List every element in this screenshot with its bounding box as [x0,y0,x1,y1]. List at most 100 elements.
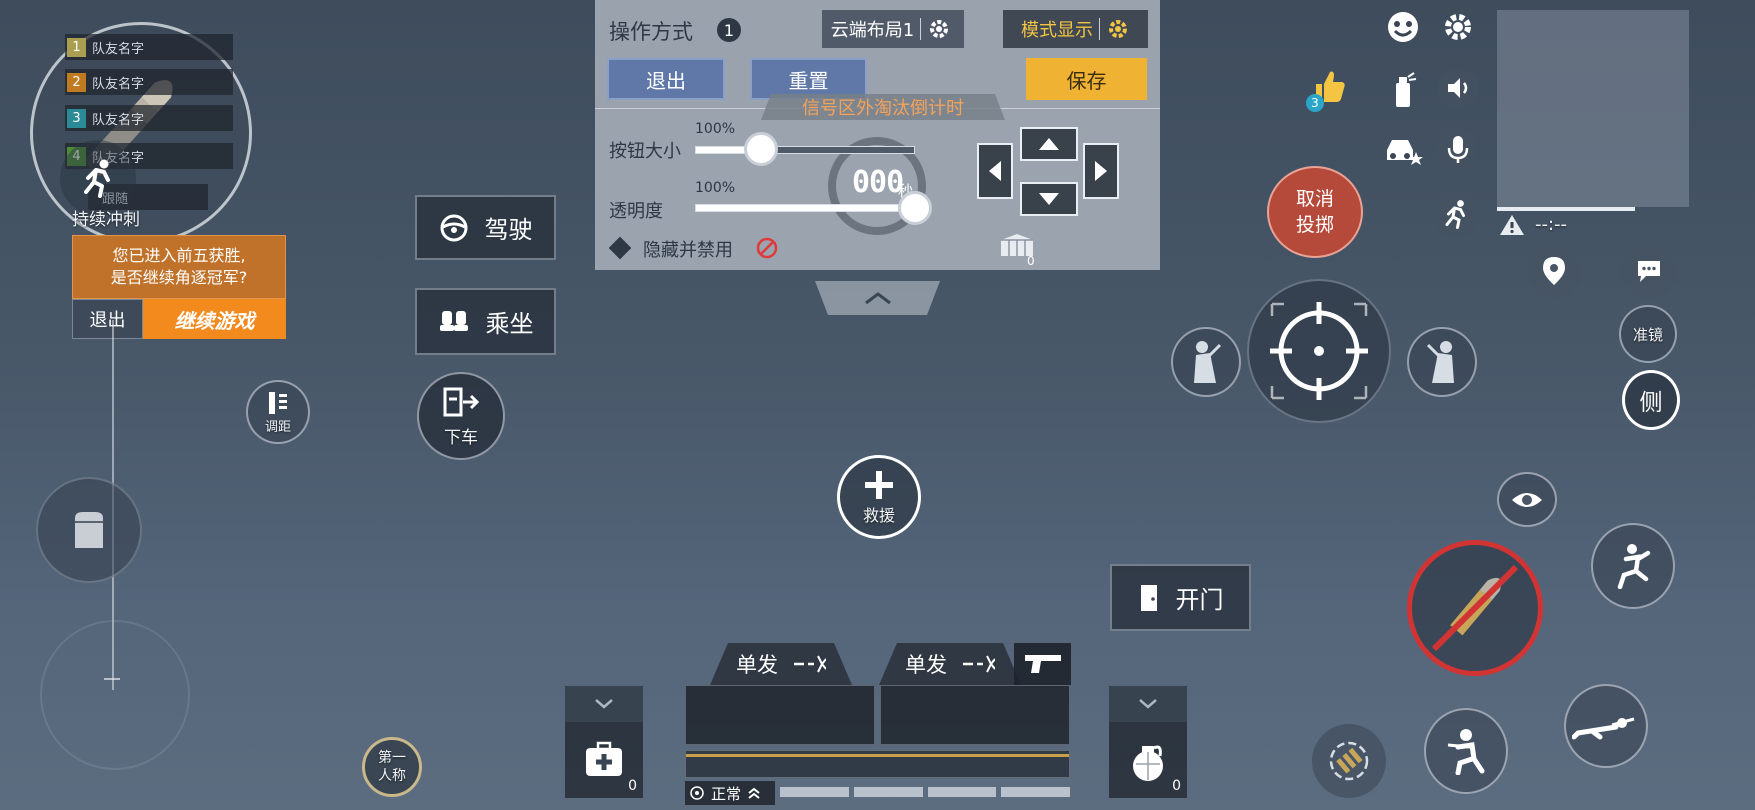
speaker-icon [1448,78,1468,98]
hide-disable-label[interactable]: 隐藏并禁用 [643,236,733,262]
soldier-lean-left-icon [1194,341,1222,383]
panel-save-button[interactable]: 保存 [1026,58,1147,100]
exit-vehicle-button[interactable]: 下车 [417,372,505,460]
prohibited-icon[interactable] [755,236,779,260]
grenade-icon [1133,745,1163,781]
like-button[interactable]: 3 [1306,66,1354,112]
adjust-distance-button[interactable]: 调距 [246,380,310,444]
dpad-down-button[interactable] [1020,182,1078,216]
weapon-1-fire-mode[interactable]: 单发 [710,643,852,685]
panel-collapse-tab[interactable] [815,281,940,315]
crate-button[interactable]: 0 [997,230,1047,270]
crate-count: 0 [1027,254,1035,268]
crosshair-icon [1270,302,1368,400]
arrow-left-icon [989,161,1001,181]
first-person-label: 第一人称 [378,750,406,784]
pistol-slot[interactable] [1014,643,1071,685]
movement-joystick[interactable] [40,620,190,770]
grenade-expand[interactable] [1109,686,1187,722]
open-door-button[interactable]: 开门 [1110,564,1251,631]
prompt-message: 您已进入前五获胜, 是否继续角逐冠军? [72,235,286,299]
fire-crosshair-button[interactable] [1247,279,1391,423]
panel-reset-button[interactable]: 重置 [750,58,867,100]
cloud-layout-button[interactable]: 云端布局1 [822,10,964,48]
teammate-name: 队友名字 [92,41,145,57]
scope-label: 准镜 [1632,325,1663,344]
dpad-left-button[interactable] [977,143,1013,199]
rescue-button[interactable]: 救援 [837,455,921,539]
ammo-bar [685,750,1070,778]
dpad-right-button[interactable] [1083,143,1119,199]
emote-button[interactable] [1382,6,1424,48]
panel-exit-button[interactable]: 退出 [607,58,725,100]
countdown-label: 信号区外淘汰倒计时 [761,94,1005,120]
spray-button[interactable] [1380,67,1426,113]
speaker-button[interactable] [1437,67,1479,109]
sprint-toggle-button[interactable] [1432,190,1480,238]
countdown-value: 000 [852,165,904,200]
map-marker-button[interactable] [1527,244,1581,298]
free-look-button[interactable] [1497,472,1557,527]
layout-number-badge: 1 [717,18,741,42]
prone-button[interactable] [1564,684,1648,768]
button-size-slider[interactable] [695,146,915,154]
cancel-throw-button[interactable]: 取消投掷 [1267,166,1363,258]
teammate-num: 1 [67,37,86,57]
soldier-lean-right-icon [1426,341,1454,383]
throw-disabled-button[interactable] [1407,540,1543,676]
arrow-right-icon [1095,161,1107,181]
opacity-slider[interactable] [695,204,916,212]
lean-left-button[interactable] [1171,327,1241,397]
control-layout-panel: 操作方式 1 云端布局1 模式显示 退出 重置 保存 信号区外淘汰倒计时 000… [595,0,1160,270]
weapon-1-slot[interactable] [685,685,875,745]
prompt-continue-button[interactable]: 继续游戏 [143,299,286,339]
opacity-knob[interactable] [898,191,932,225]
chevron-down-icon [1139,699,1157,709]
first-person-button[interactable]: 第一人称 [362,737,422,797]
steering-wheel-icon [440,214,467,241]
opacity-label: 透明度 [609,201,663,222]
panel-title: 操作方式 [609,20,693,44]
teammate-num: 3 [67,108,86,128]
button-size-knob[interactable] [744,132,778,166]
gear-icon [930,20,949,38]
door-exit-icon [443,387,480,416]
chat-button[interactable] [1622,244,1676,298]
settings-button[interactable] [1437,6,1479,48]
grenade-slot[interactable]: 0 [1109,722,1187,798]
lean-right-button[interactable] [1407,327,1477,397]
ammo-reload-icon [1329,741,1369,781]
medkit-expand[interactable] [565,686,643,722]
side-aim-button[interactable]: 侧 [1622,370,1680,430]
side-aim-label: 侧 [1639,390,1663,416]
backpack-button[interactable] [36,477,142,583]
open-door-label: 开门 [1175,586,1224,614]
vehicle-marker-button[interactable] [1380,128,1426,174]
drive-button[interactable]: 驾驶 [415,195,556,260]
prompt-exit-button[interactable]: 退出 [72,299,143,339]
dpad-up-button[interactable] [1020,127,1078,161]
ride-button[interactable]: 乘坐 [415,288,556,355]
adjust-distance-label: 调距 [264,419,291,435]
spray-can-icon [1396,72,1417,107]
microphone-button[interactable] [1437,128,1479,170]
teammate-name: 队友名字 [92,76,145,92]
reload-button[interactable] [1312,724,1386,798]
microphone-icon [1447,136,1469,163]
mode-display-button[interactable]: 模式显示 [1003,10,1148,48]
button-size-label: 按钮大小 [609,141,681,162]
backpack-icon [75,512,103,548]
medkit-slot[interactable]: 0 [565,722,643,798]
teammate-row: 1 队友名字 [65,34,233,60]
weapon-2-slot[interactable] [880,685,1070,745]
eye-icon [1512,492,1542,507]
scope-button[interactable]: 准镜 [1619,305,1677,363]
gear-icon [1445,14,1471,40]
armor-segments [780,787,1070,797]
medkit-count: 0 [628,778,637,794]
crouch-button[interactable] [1424,708,1508,794]
location-pin-icon [1543,257,1565,285]
weapon-2-fire-mode[interactable]: 单发 [879,643,1021,685]
jump-button[interactable] [1591,523,1675,609]
plus-icon [865,471,893,499]
